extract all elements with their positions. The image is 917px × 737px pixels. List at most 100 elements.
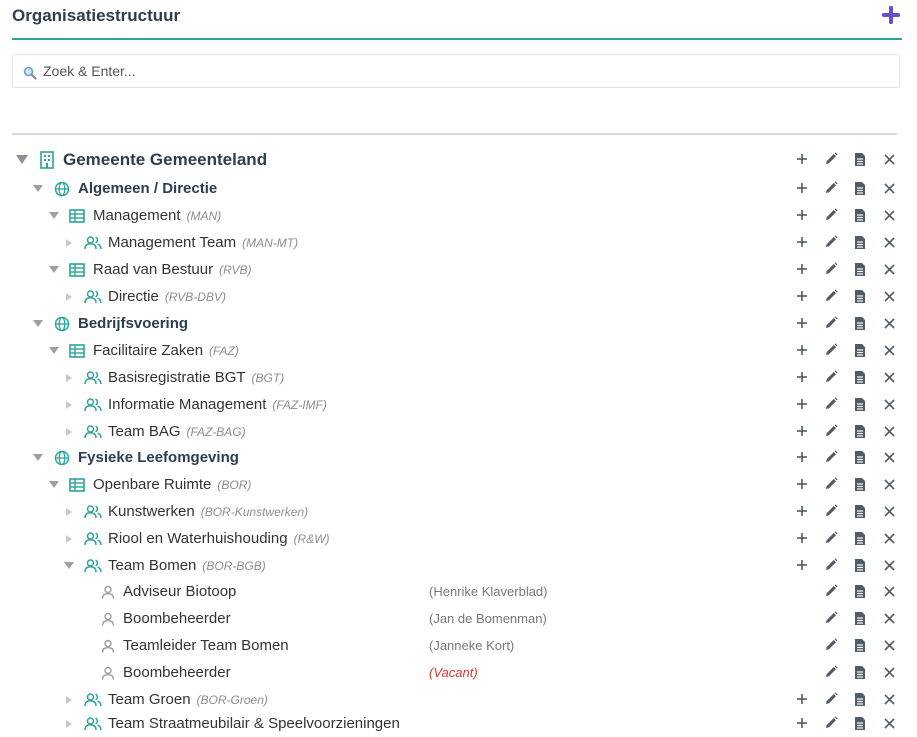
edit-button[interactable] <box>823 530 839 546</box>
expand-toggle[interactable] <box>62 418 76 445</box>
details-button[interactable] <box>852 207 868 223</box>
add-child-button[interactable] <box>794 476 810 492</box>
delete-button[interactable] <box>881 583 897 599</box>
collapse-toggle[interactable] <box>31 310 45 337</box>
details-button[interactable] <box>852 664 868 680</box>
edit-button[interactable] <box>823 396 839 412</box>
node-label[interactable]: Management Team (MAN-MT) <box>108 229 298 256</box>
node-label[interactable]: Team Straatmeubilair & Speelvoorzieninge… <box>108 710 400 737</box>
details-button[interactable] <box>852 180 868 196</box>
collapse-toggle[interactable] <box>47 202 61 229</box>
details-button[interactable] <box>852 530 868 546</box>
node-label[interactable]: Raad van Bestuur (RVB) <box>93 256 252 283</box>
tree-row[interactable]: Basisregistratie BGT (BGT) <box>0 364 917 391</box>
tree-row[interactable]: Algemeen / Directie <box>0 175 917 202</box>
delete-button[interactable] <box>881 476 897 492</box>
collapse-toggle[interactable] <box>31 175 45 202</box>
edit-button[interactable] <box>823 583 839 599</box>
expand-toggle[interactable] <box>62 364 76 391</box>
delete-button[interactable] <box>881 423 897 439</box>
node-label[interactable]: Team Groen (BOR-Groen) <box>108 686 268 713</box>
tree-row[interactable]: Management Team (MAN-MT) <box>0 229 917 256</box>
expand-toggle[interactable] <box>62 710 76 737</box>
node-label[interactable]: Team BAG (FAZ-BAG) <box>108 418 246 445</box>
node-label[interactable]: Management (MAN) <box>93 202 221 229</box>
expand-toggle[interactable] <box>62 391 76 418</box>
node-label[interactable]: Team Bomen (BOR-BGB) <box>108 552 266 579</box>
node-label[interactable]: Boombeheerder <box>123 659 231 686</box>
node-label[interactable]: Boombeheerder <box>123 605 231 632</box>
edit-button[interactable] <box>823 503 839 519</box>
details-button[interactable] <box>852 610 868 626</box>
delete-button[interactable] <box>881 396 897 412</box>
details-button[interactable] <box>852 315 868 331</box>
add-child-button[interactable] <box>794 180 810 196</box>
edit-button[interactable] <box>823 151 839 167</box>
edit-button[interactable] <box>823 664 839 680</box>
delete-button[interactable] <box>881 369 897 385</box>
tree-row-functie[interactable]: Boombeheerder (Vacant) <box>0 659 917 686</box>
collapse-toggle[interactable] <box>47 337 61 364</box>
node-label[interactable]: Openbare Ruimte (BOR) <box>93 471 251 498</box>
search-box[interactable] <box>12 54 900 88</box>
details-button[interactable] <box>852 715 868 731</box>
add-root-button[interactable] <box>880 4 902 26</box>
delete-button[interactable] <box>881 637 897 653</box>
edit-button[interactable] <box>823 691 839 707</box>
edit-button[interactable] <box>823 715 839 731</box>
delete-button[interactable] <box>881 691 897 707</box>
tree-row[interactable]: Openbare Ruimte (BOR) <box>0 471 917 498</box>
delete-button[interactable] <box>881 315 897 331</box>
add-child-button[interactable] <box>794 261 810 277</box>
tree-row[interactable]: Directie (RVB-DBV) <box>0 283 917 310</box>
tree-row[interactable]: Fysieke Leefomgeving <box>0 444 917 471</box>
tree-row[interactable]: Team BAG (FAZ-BAG) <box>0 418 917 445</box>
search-input[interactable] <box>43 55 883 87</box>
add-child-button[interactable] <box>794 342 810 358</box>
add-child-button[interactable] <box>794 715 810 731</box>
details-button[interactable] <box>852 396 868 412</box>
details-button[interactable] <box>852 151 868 167</box>
tree-row[interactable]: Kunstwerken (BOR-Kunstwerken) <box>0 498 917 525</box>
tree-row[interactable]: Informatie Management (FAZ-IMF) <box>0 391 917 418</box>
tree-row[interactable]: Team Straatmeubilair & Speelvoorzieninge… <box>0 710 917 737</box>
node-label[interactable]: Teamleider Team Bomen <box>123 632 289 659</box>
edit-button[interactable] <box>823 180 839 196</box>
expand-toggle[interactable] <box>62 525 76 552</box>
node-label[interactable]: Fysieke Leefomgeving <box>78 444 239 471</box>
node-label[interactable]: Gemeente Gemeenteland <box>63 146 267 173</box>
add-child-button[interactable] <box>794 691 810 707</box>
details-button[interactable] <box>852 449 868 465</box>
add-child-button[interactable] <box>794 503 810 519</box>
add-child-button[interactable] <box>794 423 810 439</box>
node-label[interactable]: Riool en Waterhuishouding (R&W) <box>108 525 330 552</box>
edit-button[interactable] <box>823 207 839 223</box>
delete-button[interactable] <box>881 207 897 223</box>
edit-button[interactable] <box>823 369 839 385</box>
details-button[interactable] <box>852 261 868 277</box>
delete-button[interactable] <box>881 151 897 167</box>
edit-button[interactable] <box>823 610 839 626</box>
delete-button[interactable] <box>881 180 897 196</box>
expand-toggle[interactable] <box>62 498 76 525</box>
add-child-button[interactable] <box>794 207 810 223</box>
add-child-button[interactable] <box>794 557 810 573</box>
details-button[interactable] <box>852 288 868 304</box>
collapse-toggle[interactable] <box>62 552 76 579</box>
delete-button[interactable] <box>881 503 897 519</box>
add-child-button[interactable] <box>794 396 810 412</box>
node-label[interactable]: Facilitaire Zaken (FAZ) <box>93 337 239 364</box>
delete-button[interactable] <box>881 610 897 626</box>
delete-button[interactable] <box>881 449 897 465</box>
details-button[interactable] <box>852 234 868 250</box>
edit-button[interactable] <box>823 315 839 331</box>
edit-button[interactable] <box>823 342 839 358</box>
add-child-button[interactable] <box>794 369 810 385</box>
expand-toggle[interactable] <box>62 229 76 256</box>
edit-button[interactable] <box>823 637 839 653</box>
delete-button[interactable] <box>881 288 897 304</box>
node-label[interactable]: Directie (RVB-DBV) <box>108 283 226 310</box>
tree-row[interactable]: Riool en Waterhuishouding (R&W) <box>0 525 917 552</box>
delete-button[interactable] <box>881 342 897 358</box>
collapse-toggle[interactable] <box>47 471 61 498</box>
